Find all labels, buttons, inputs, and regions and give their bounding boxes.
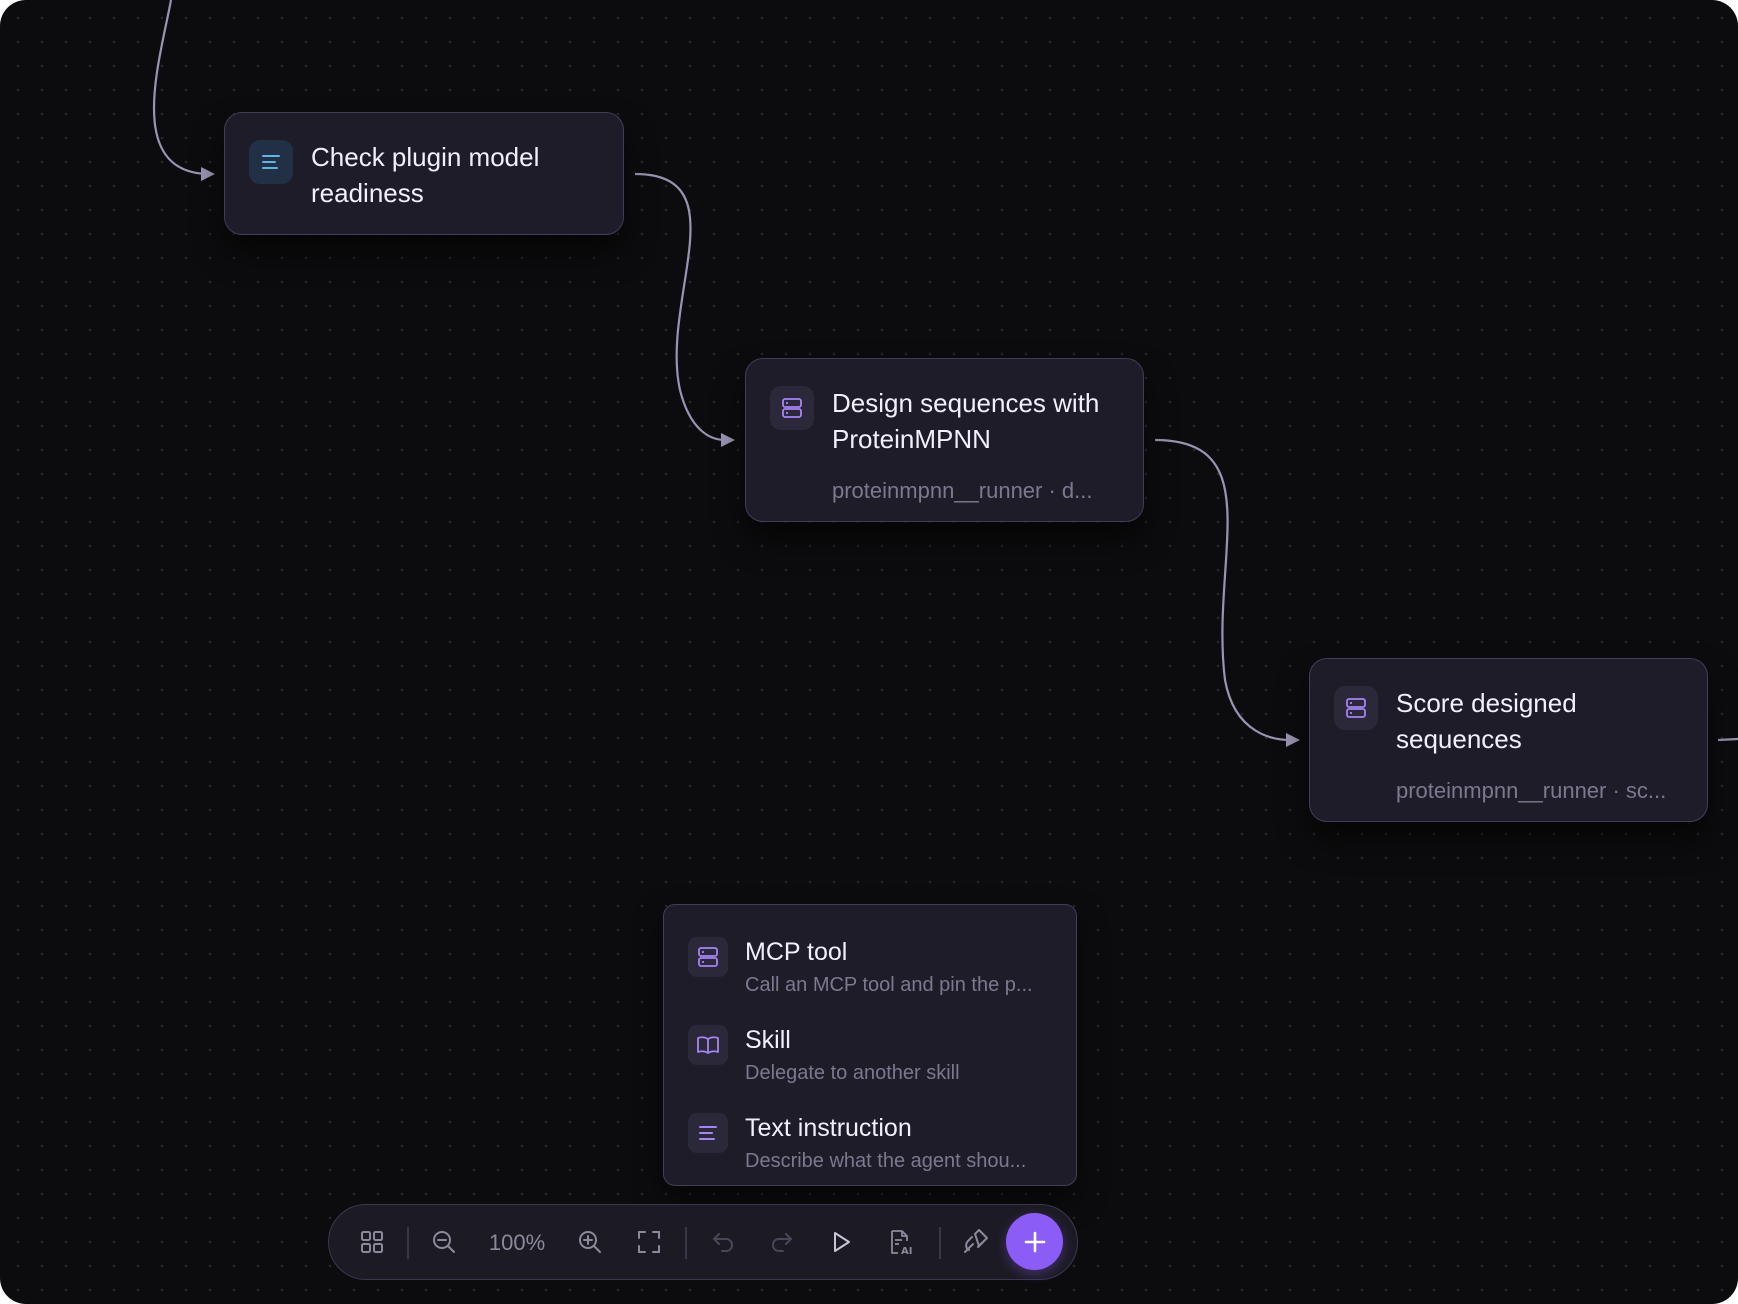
server-icon xyxy=(770,386,814,430)
edge-arrowhead xyxy=(201,167,215,181)
edge-arrowhead xyxy=(1286,733,1300,747)
add-step-menu: MCP tool Call an MCP tool and pin the p.… xyxy=(663,904,1077,1186)
zoom-out-icon[interactable] xyxy=(425,1223,463,1261)
undo-icon[interactable] xyxy=(704,1223,742,1261)
menu-item-description: Describe what the agent shou... xyxy=(745,1150,1027,1172)
edge-check-to-design xyxy=(634,172,726,442)
node-subtitle: proteinmpnn__runner · d... xyxy=(832,478,1093,503)
menu-item-text-instruction[interactable]: Text instruction Describe what the agent… xyxy=(664,1093,1076,1175)
node-title: Design sequences with ProteinMPNN xyxy=(832,388,1100,454)
play-icon[interactable] xyxy=(822,1223,860,1261)
menu-item-skill[interactable]: Skill Delegate to another skill xyxy=(664,1005,1076,1087)
toolbar-divider xyxy=(407,1227,409,1259)
workflow-node-score-sequences[interactable]: Score designed sequences proteinmpnn__ru… xyxy=(1309,658,1708,822)
menu-item-label: Text instruction xyxy=(745,1114,912,1142)
toolbar-divider xyxy=(685,1227,687,1259)
server-icon xyxy=(688,937,728,977)
book-icon xyxy=(688,1025,728,1065)
svg-text:AI: AI xyxy=(901,1246,912,1256)
server-icon xyxy=(1334,686,1378,730)
canvas-toolbar: 100% AI xyxy=(328,1204,1078,1280)
edge-design-to-score xyxy=(1154,438,1291,742)
toolbar-divider xyxy=(939,1227,941,1259)
link-edit-icon[interactable] xyxy=(956,1223,994,1261)
edge-score-outgoing xyxy=(1717,737,1738,742)
node-title: Score designed sequences xyxy=(1396,688,1577,754)
workflow-canvas[interactable]: Check plugin model readiness Design sequ… xyxy=(0,0,1738,1304)
menu-item-label: Skill xyxy=(745,1026,791,1054)
workflow-node-design-sequences[interactable]: Design sequences with ProteinMPNN protei… xyxy=(745,358,1144,522)
menu-item-mcp-tool[interactable]: MCP tool Call an MCP tool and pin the p.… xyxy=(664,917,1076,999)
ai-document-icon[interactable]: AI xyxy=(882,1223,920,1261)
text-lines-icon xyxy=(688,1113,728,1153)
zoom-level: 100% xyxy=(488,1230,546,1255)
node-title: Check plugin model readiness xyxy=(311,142,540,208)
redo-icon[interactable] xyxy=(763,1223,801,1261)
menu-item-label: MCP tool xyxy=(745,938,848,966)
menu-item-description: Call an MCP tool and pin the p... xyxy=(745,974,1033,996)
menu-item-description: Delegate to another skill xyxy=(745,1062,960,1084)
zoom-in-icon[interactable] xyxy=(571,1223,609,1261)
workflow-node-check-readiness[interactable]: Check plugin model readiness xyxy=(224,112,624,235)
node-subtitle: proteinmpnn__runner · sc... xyxy=(1396,778,1667,803)
grid-icon[interactable] xyxy=(353,1223,391,1261)
edge-incoming-check xyxy=(153,0,207,176)
plus-icon xyxy=(1024,1231,1045,1252)
text-lines-icon xyxy=(249,140,293,184)
edge-arrowhead xyxy=(721,433,735,447)
add-step-button[interactable] xyxy=(1006,1213,1063,1270)
fit-view-icon[interactable] xyxy=(630,1223,668,1261)
